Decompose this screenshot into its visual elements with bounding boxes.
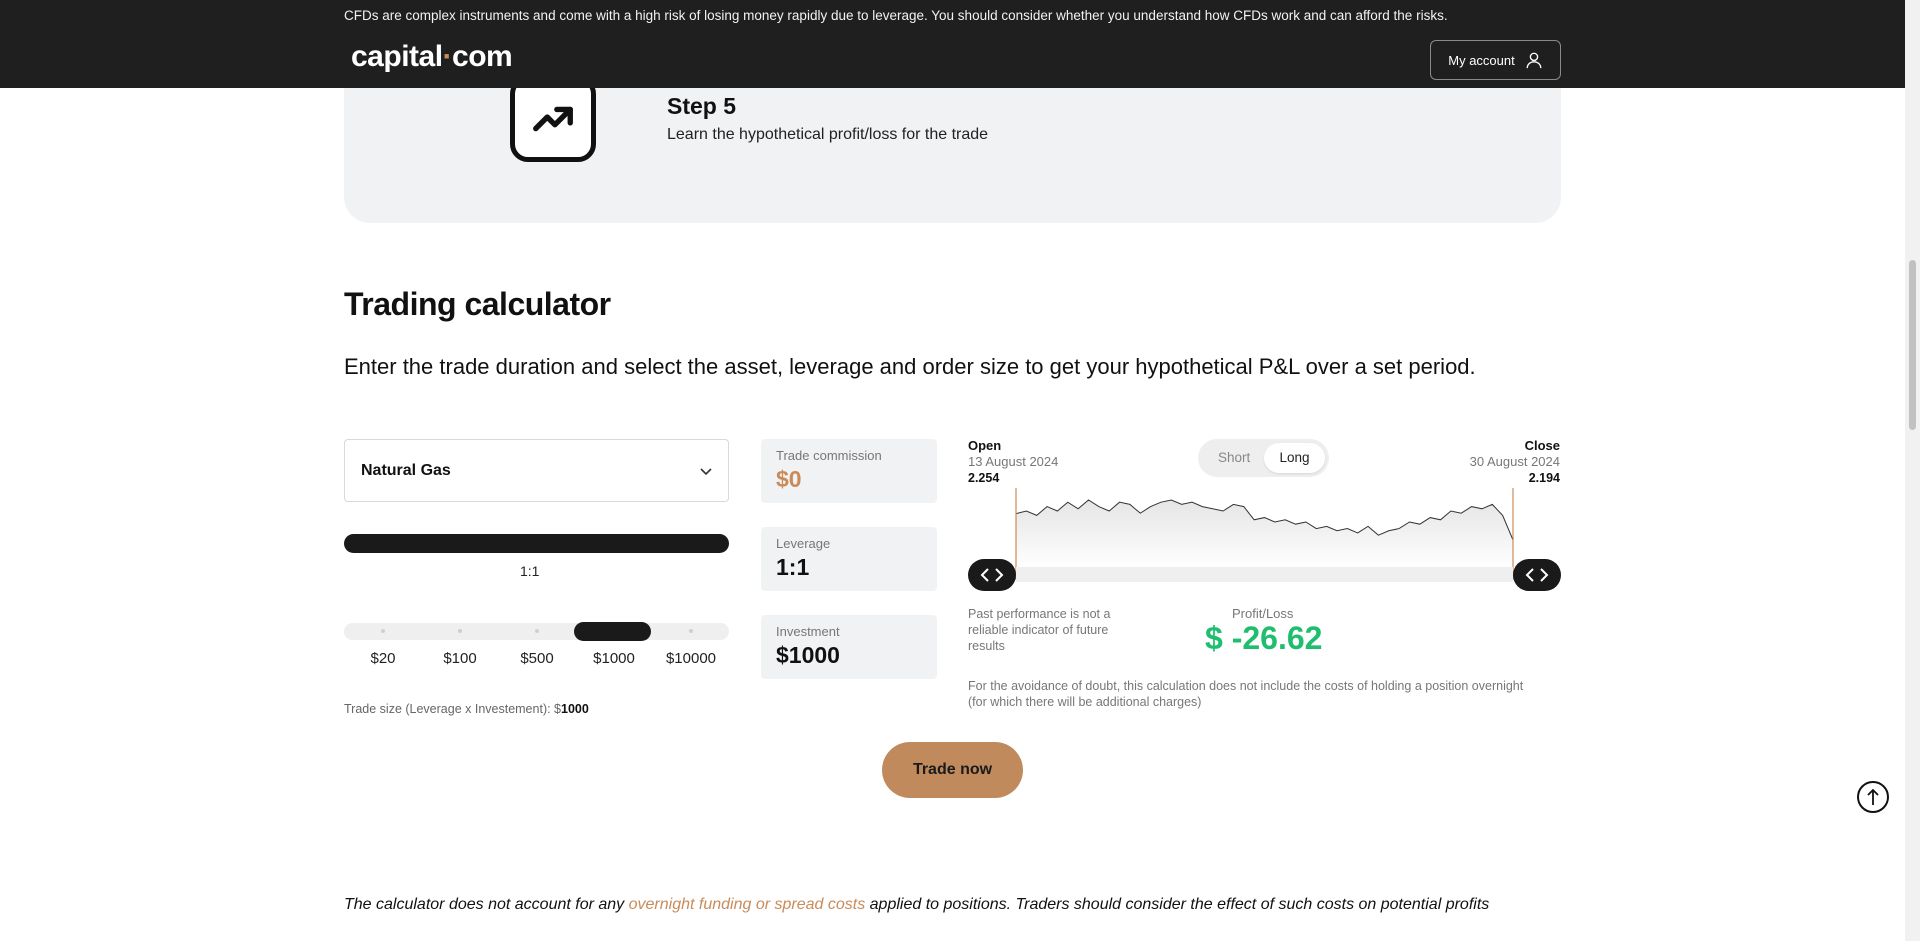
commission-label: Trade commission bbox=[776, 448, 882, 463]
short-option[interactable]: Short bbox=[1218, 450, 1250, 465]
arrow-up-icon bbox=[1867, 788, 1879, 805]
leverage-box: Leverage 1:1 bbox=[761, 527, 937, 591]
trade-size: Trade size (Leverage x Investement): $10… bbox=[344, 702, 589, 716]
logo-text-left: capital bbox=[351, 40, 443, 73]
footer-note-end: applied to positions. Traders should con… bbox=[865, 896, 1490, 913]
investment-option[interactable]: $100 bbox=[443, 650, 476, 667]
investment-tick bbox=[689, 629, 693, 633]
leverage-box-label: Leverage bbox=[776, 536, 831, 551]
top-header: CFDs are complex instruments and come wi… bbox=[0, 0, 1905, 88]
investment-box-value: $1000 bbox=[776, 642, 840, 668]
page: CFDs are complex instruments and come wi… bbox=[0, 0, 1920, 941]
asset-select-value: Natural Gas bbox=[361, 462, 451, 479]
footer-note-start: The calculator does not account for any bbox=[344, 896, 629, 913]
leverage-box-value: 1:1 bbox=[776, 554, 810, 580]
scrollbar-thumb[interactable] bbox=[1909, 260, 1916, 430]
long-option[interactable]: Long bbox=[1264, 443, 1325, 473]
investment-tick bbox=[535, 629, 539, 633]
back-to-top-button[interactable] bbox=[1857, 781, 1889, 813]
my-account-label: My account bbox=[1448, 52, 1515, 68]
profit-loss-value: $ -26.62 bbox=[1205, 620, 1323, 656]
investment-option[interactable]: $1000 bbox=[593, 650, 635, 667]
calculator-footer-note: The calculator does not account for any … bbox=[344, 896, 1489, 914]
investment-box: Investment $1000 bbox=[761, 615, 937, 679]
investment-slider[interactable] bbox=[344, 622, 729, 641]
open-info: Open 13 August 2024 2.254 bbox=[968, 438, 1058, 486]
user-icon bbox=[1526, 52, 1542, 69]
step-title: Step 5 bbox=[667, 93, 737, 119]
investment-option[interactable]: $10000 bbox=[666, 650, 716, 667]
investment-option[interactable]: $500 bbox=[520, 650, 553, 667]
investment-box-label: Investment bbox=[776, 624, 840, 639]
direction-toggle: Short Long bbox=[1198, 439, 1329, 477]
investment-option[interactable]: $20 bbox=[370, 650, 395, 667]
open-label: Open bbox=[968, 438, 1002, 453]
close-date: 30 August 2024 bbox=[1469, 454, 1560, 469]
range-start-handle[interactable] bbox=[968, 559, 1016, 591]
chevron-left-icon bbox=[1525, 568, 1534, 582]
trade-size-label: Trade size (Leverage x Investement): $ bbox=[344, 702, 561, 716]
overnight-costs-note: For the avoidance of doubt, this calcula… bbox=[968, 679, 1524, 709]
commission-value: $0 bbox=[776, 466, 802, 492]
logo-text-right: com bbox=[452, 40, 513, 73]
date-range-track[interactable] bbox=[1016, 567, 1513, 582]
calculator-description: Enter the trade duration and select the … bbox=[344, 354, 1476, 379]
close-label: Close bbox=[1524, 438, 1560, 453]
trade-now-button[interactable]: Trade now bbox=[882, 742, 1023, 798]
asset-select[interactable]: Natural Gas bbox=[344, 439, 729, 502]
commission-box: Trade commission $0 bbox=[761, 439, 937, 503]
trending-up-icon bbox=[510, 76, 596, 162]
range-end-handle[interactable] bbox=[1513, 559, 1561, 591]
investment-tick bbox=[458, 629, 462, 633]
past-performance-note: Past performance is not a reliable indic… bbox=[968, 607, 1111, 653]
leverage-slider[interactable] bbox=[344, 534, 729, 553]
open-date: 13 August 2024 bbox=[968, 454, 1059, 469]
trade-size-value: 1000 bbox=[561, 702, 589, 716]
profit-loss-label: Profit/Loss bbox=[1232, 606, 1294, 621]
chevron-down-icon bbox=[700, 468, 712, 476]
close-info: Close 30 August 2024 2.194 bbox=[1470, 438, 1560, 486]
page-scrollbar[interactable] bbox=[1905, 0, 1920, 941]
chevron-right-icon bbox=[1540, 568, 1549, 582]
risk-warning: CFDs are complex instruments and come wi… bbox=[344, 8, 1448, 23]
investment-tick bbox=[381, 629, 385, 633]
chart-area-fill bbox=[1016, 500, 1513, 568]
leverage-slider-label: 1:1 bbox=[520, 563, 540, 579]
overnight-funding-link[interactable]: overnight funding or spread costs bbox=[629, 896, 866, 913]
logo-dot: · bbox=[442, 40, 453, 73]
logo[interactable]: capital·com bbox=[351, 40, 513, 74]
step-description: Learn the hypothetical profit/loss for t… bbox=[667, 126, 989, 143]
chevron-left-icon bbox=[980, 568, 989, 582]
calculator-title: Trading calculator bbox=[344, 286, 611, 322]
chevron-right-icon bbox=[995, 568, 1004, 582]
my-account-button[interactable]: My account bbox=[1430, 40, 1561, 80]
investment-slider-thumb[interactable] bbox=[574, 622, 651, 641]
